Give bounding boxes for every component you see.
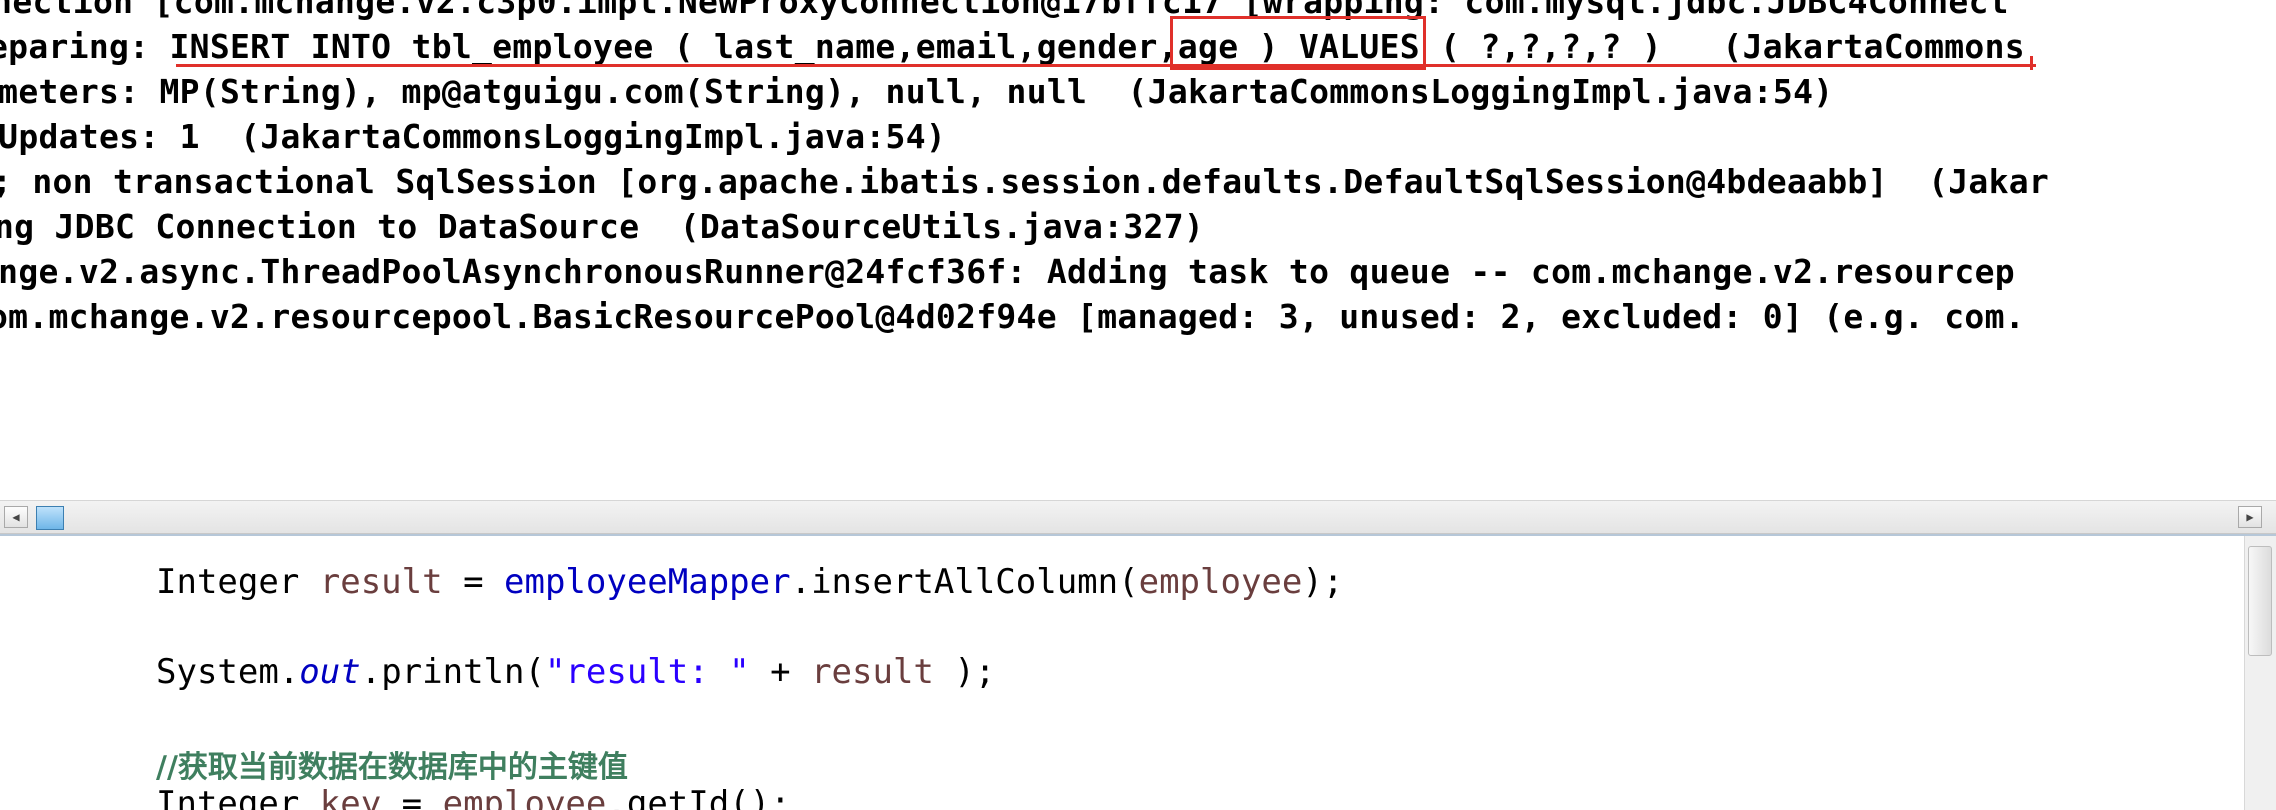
code-token: key bbox=[319, 784, 382, 810]
vertical-scrollbar[interactable] bbox=[2244, 536, 2276, 810]
code-token: employee bbox=[1138, 562, 1303, 602]
code-line: Integer result = employeeMapper.insertAl… bbox=[156, 562, 1343, 602]
console-line: om.mchange.v2.resourcepool.BasicResource… bbox=[0, 297, 2025, 336]
console-line: eparing: INSERT INTO tbl_employee ( last… bbox=[0, 27, 2025, 66]
console-line: ng JDBC Connection to DataSource (DataSo… bbox=[0, 207, 1205, 246]
code-token: ); bbox=[1302, 562, 1344, 602]
console-line: ange.v2.async.ThreadPoolAsynchronousRunn… bbox=[0, 252, 2015, 291]
code-token: result bbox=[811, 652, 934, 692]
code-token: .println( bbox=[360, 652, 545, 692]
code-token: ); bbox=[933, 652, 996, 692]
code-token: employeeMapper bbox=[504, 562, 791, 602]
code-token: .getId(); bbox=[606, 784, 791, 810]
red-box-annotation bbox=[1170, 16, 1426, 70]
console-line: Updates: 1 (JakartaCommonsLoggingImpl.ja… bbox=[0, 117, 947, 156]
code-token: "result: " bbox=[544, 652, 750, 692]
code-token: System. bbox=[156, 652, 300, 692]
code-line: Integer key = employee.getId(); bbox=[156, 784, 791, 810]
code-token: Integer bbox=[156, 784, 320, 810]
scroll-thumb[interactable] bbox=[2248, 546, 2272, 656]
code-token: Integer bbox=[156, 562, 320, 602]
code-editor[interactable]: Integer result = employeeMapper.insertAl… bbox=[0, 534, 2276, 810]
console-line: ; non transactional SqlSession [org.apac… bbox=[0, 162, 2050, 201]
console-line: nnection [com.mchange.v2.c3p0.impl.NewPr… bbox=[0, 0, 2009, 21]
code-token: .insertAllColumn( bbox=[790, 562, 1139, 602]
code-token: result bbox=[319, 562, 443, 602]
code-token: out bbox=[299, 652, 361, 692]
code-token: employee bbox=[442, 784, 607, 810]
code-token: + bbox=[749, 652, 812, 692]
code-comment: //获取当前数据在数据库中的主键值 bbox=[156, 750, 628, 785]
horizontal-scrollbar[interactable]: ◀ ▶ bbox=[0, 500, 2276, 534]
code-token: = bbox=[381, 784, 443, 810]
scroll-right-icon[interactable]: ▶ bbox=[2238, 506, 2262, 528]
red-underline-annotation bbox=[176, 64, 2036, 67]
code-token: = bbox=[442, 562, 505, 602]
scroll-thumb[interactable] bbox=[36, 506, 64, 530]
code-line: System.out.println("result: " + result )… bbox=[156, 652, 995, 692]
console-output: nnection [com.mchange.v2.c3p0.impl.NewPr… bbox=[0, 0, 2276, 500]
code-line: //获取当前数据在数据库中的主键值 bbox=[156, 742, 628, 786]
red-arrow-tick-annotation bbox=[2030, 56, 2033, 70]
console-line: ameters: MP(String), mp@atguigu.com(Stri… bbox=[0, 72, 1834, 111]
scroll-left-icon[interactable]: ◀ bbox=[4, 506, 28, 528]
